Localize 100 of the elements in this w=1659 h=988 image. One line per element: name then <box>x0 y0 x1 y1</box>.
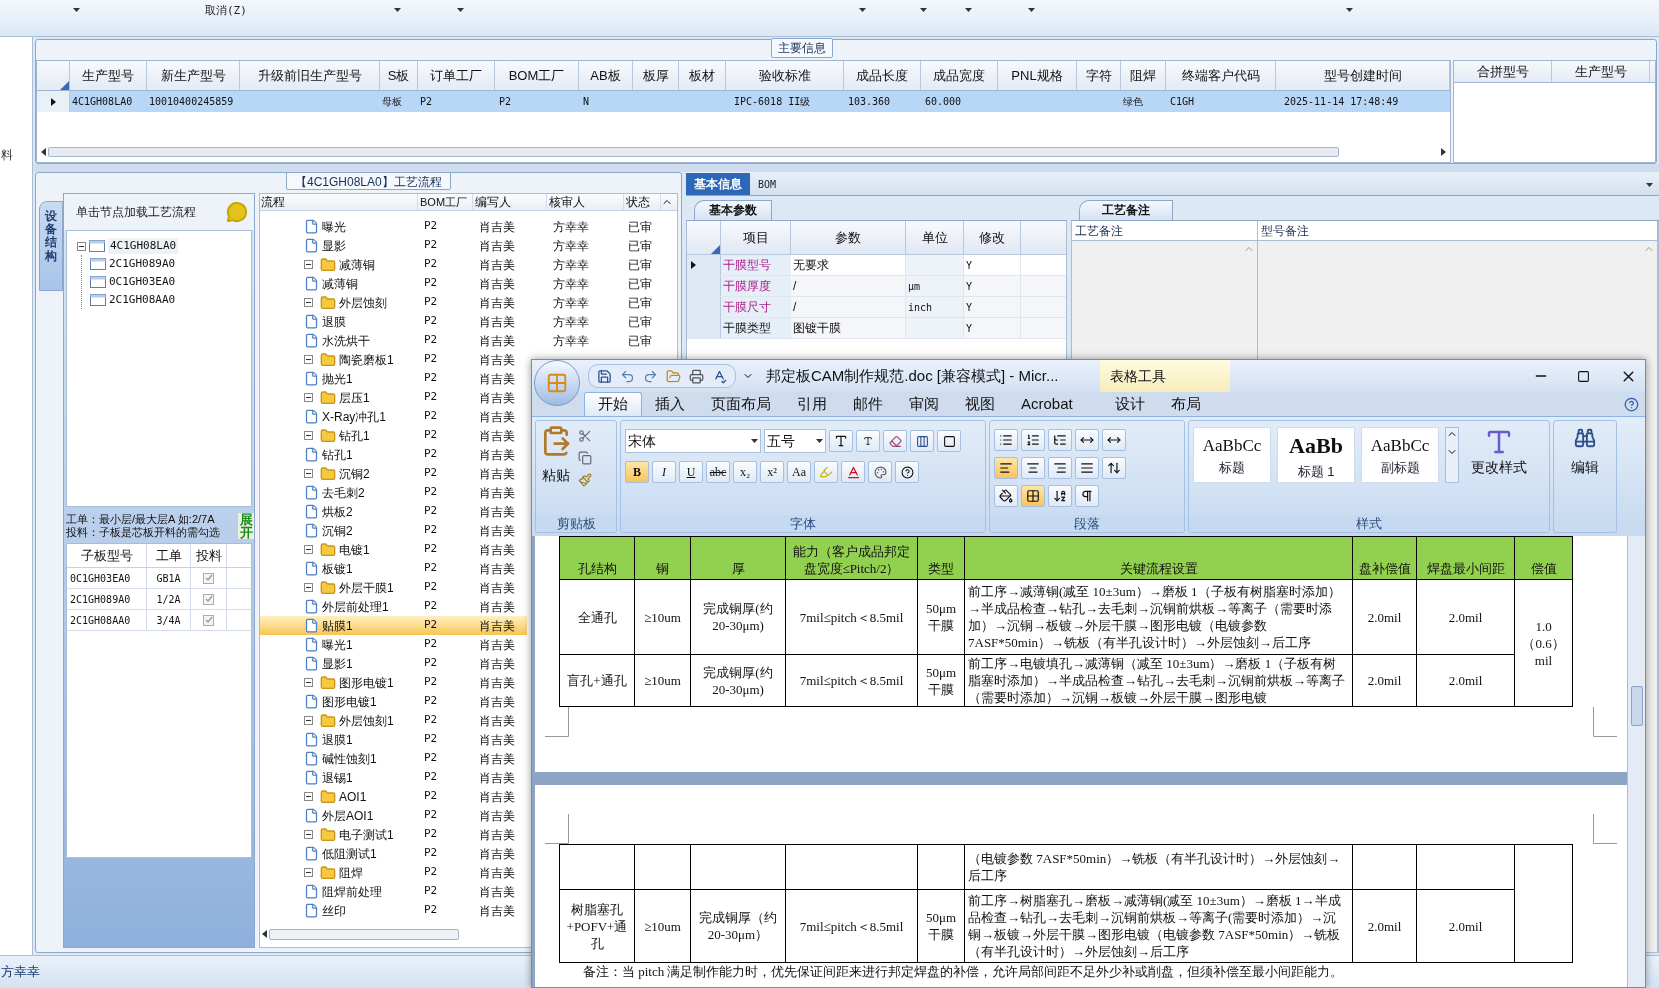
tree-item[interactable]: 外层干膜1 <box>339 578 394 597</box>
tree-row[interactable]: 曝光1 P2 肖吉美 <box>260 635 527 654</box>
tree-row[interactable]: 钻孔1 P2 肖吉美 <box>260 445 527 464</box>
tree-item[interactable]: 陶瓷磨板1 <box>339 350 394 369</box>
column-header[interactable]: 生产型号 <box>1552 61 1650 82</box>
style-preview[interactable]: AaBbCc 标题 <box>1193 427 1271 483</box>
tree-row[interactable]: 阻焊 P2 肖吉美 <box>260 863 527 882</box>
tree-item[interactable]: 外层AOI1 <box>322 806 374 825</box>
dropdown-arrow-icon[interactable] <box>816 439 823 443</box>
justify-icon[interactable] <box>1075 457 1099 479</box>
tree-row[interactable]: 图形电镀1 P2 肖吉美 <box>260 692 527 711</box>
column-header[interactable]: 子板型号 <box>67 544 147 567</box>
column-header[interactable]: 投料 <box>191 544 227 567</box>
column-header[interactable]: 终端客户代码 <box>1166 61 1276 90</box>
ribbon-tab[interactable]: 布局 <box>1157 392 1214 416</box>
pilcrow-icon[interactable] <box>1075 485 1099 507</box>
collapse-toggle-icon[interactable] <box>77 241 86 251</box>
help-icon[interactable] <box>1624 397 1639 412</box>
tree-row[interactable]: 层压1 P2 肖吉美 <box>260 388 527 407</box>
tree-item[interactable]: 退膜1 <box>322 730 353 749</box>
tree-item[interactable]: 曝光 <box>322 217 346 236</box>
column-header[interactable]: 核审人 <box>547 194 624 210</box>
dropdown-arrow-icon[interactable] <box>457 8 464 12</box>
dropdown-arrow-icon[interactable] <box>965 8 972 12</box>
tree-item[interactable]: 退锡1 <box>322 768 353 787</box>
tree-item[interactable]: 贴膜1 <box>322 616 353 635</box>
shading-icon[interactable] <box>994 485 1018 507</box>
redo-icon[interactable] <box>643 368 658 384</box>
column-header[interactable]: 新生产型号 <box>147 61 240 90</box>
format-button[interactable]: abc <box>706 461 730 483</box>
checkbox[interactable] <box>203 572 214 584</box>
cut-icon[interactable] <box>578 429 592 443</box>
checkbox[interactable] <box>203 614 214 626</box>
column-header[interactable]: 验收标准 <box>726 61 844 90</box>
tree-item[interactable]: 低阻测试1 <box>322 844 377 863</box>
column-header[interactable]: 状态 <box>624 194 661 210</box>
tree-item[interactable]: 钻孔1 <box>322 445 353 464</box>
ribbon-tab[interactable]: 设计 <box>1101 392 1158 416</box>
tree-row[interactable]: 图形电镀1 P2 肖吉美 <box>260 673 527 692</box>
column-header[interactable]: 项目 <box>721 221 791 254</box>
column-header[interactable]: 订单工厂 <box>418 61 495 90</box>
spell-check-icon[interactable] <box>712 368 727 384</box>
tree-row[interactable]: 沉铜2 P2 肖吉美 <box>260 521 527 540</box>
dropdown-arrow-icon[interactable] <box>1028 8 1035 12</box>
tree-item[interactable]: 外层蚀刻 <box>339 293 387 312</box>
tree-item[interactable]: 外层前处理1 <box>322 597 389 616</box>
printer-icon[interactable] <box>689 368 704 384</box>
ribbon-tab[interactable]: 审阅 <box>896 392 952 416</box>
grow-font-icon[interactable] <box>829 430 853 452</box>
align-right-icon[interactable] <box>1048 457 1072 479</box>
tree-row[interactable]: 阻焊前处理 P2 肖吉美 <box>260 882 527 901</box>
tree-item[interactable]: 沉铜2 <box>339 464 370 483</box>
tree-item[interactable]: 减薄铜 <box>322 274 358 293</box>
format-button[interactable]: x₂ <box>733 461 757 483</box>
tab[interactable]: 基本信息 <box>686 173 750 195</box>
tree-row[interactable]: 抛光1 P2 肖吉美 <box>260 369 527 388</box>
dropdown-arrow-icon[interactable] <box>1346 8 1353 12</box>
tree-row[interactable]: 去毛刺2 P2 肖吉美 <box>260 483 527 502</box>
column-header[interactable]: BOM工厂 <box>418 194 473 210</box>
tree-row[interactable]: 碱性蚀刻1 P2 肖吉美 <box>260 749 527 768</box>
collapse-toggle-icon[interactable] <box>304 868 313 877</box>
tree-row[interactable]: 丝印 P2 肖吉美 <box>260 901 527 920</box>
tree-row[interactable]: 外层AOI1 P2 肖吉美 <box>260 806 527 825</box>
side-tab[interactable]: 设备结构 <box>39 201 63 291</box>
collapse-toggle-icon[interactable] <box>304 716 313 725</box>
tree-row[interactable]: X-Ray冲孔1 P2 肖吉美 <box>260 407 527 426</box>
collapse-toggle-icon[interactable] <box>304 830 313 839</box>
scroll-left-icon[interactable] <box>262 930 267 938</box>
tree-item[interactable]: 碱性蚀刻1 <box>322 749 377 768</box>
borders-icon[interactable] <box>1021 485 1045 507</box>
column-header[interactable]: 字符 <box>1077 61 1121 90</box>
copy-icon[interactable] <box>578 451 592 465</box>
column-header[interactable]: BOM工厂 <box>495 61 579 90</box>
column-header[interactable]: 修改 <box>964 221 1021 254</box>
format-button[interactable]: I <box>652 461 676 483</box>
tree-item[interactable]: 阻焊 <box>339 863 363 882</box>
numbering-icon[interactable] <box>1021 429 1045 451</box>
horizontal-scrollbar[interactable] <box>41 145 1446 159</box>
column-header[interactable]: 流程 <box>260 194 418 210</box>
column-header[interactable]: 合拼型号 <box>1454 61 1552 82</box>
dropdown-arrow-icon[interactable] <box>1646 183 1653 187</box>
clear-format-icon[interactable] <box>883 430 907 452</box>
tree-row[interactable]: 显影1 P2 肖吉美 <box>260 654 527 673</box>
collapse-toggle-icon[interactable] <box>304 431 313 440</box>
style-preview[interactable]: AaBb 标题 1 <box>1277 427 1355 483</box>
collapse-toggle-icon[interactable] <box>304 298 313 307</box>
column-header[interactable]: 板材 <box>679 61 726 90</box>
style-preview[interactable]: AaBbCc 副标题 <box>1361 427 1439 483</box>
column-header[interactable]: 升级前旧生产型号 <box>240 61 380 90</box>
collapse-toggle-icon[interactable] <box>304 792 313 801</box>
tree-item[interactable]: 水洗烘干 <box>322 331 370 350</box>
tree-row[interactable]: 退膜 P2 肖吉美 方幸幸 已审 <box>260 312 661 331</box>
ribbon-tab[interactable]: 视图 <box>952 392 1008 416</box>
collapse-toggle-icon[interactable] <box>304 393 313 402</box>
align-center-icon[interactable] <box>1021 457 1045 479</box>
column-header[interactable]: S板 <box>380 61 418 90</box>
collapse-toggle-icon[interactable] <box>304 355 313 364</box>
column-header[interactable]: PNL规格 <box>998 61 1077 90</box>
ribbon-tab[interactable]: Acrobat <box>1008 392 1086 416</box>
tree-row[interactable]: 陶瓷磨板1 P2 肖吉美 <box>260 350 527 369</box>
